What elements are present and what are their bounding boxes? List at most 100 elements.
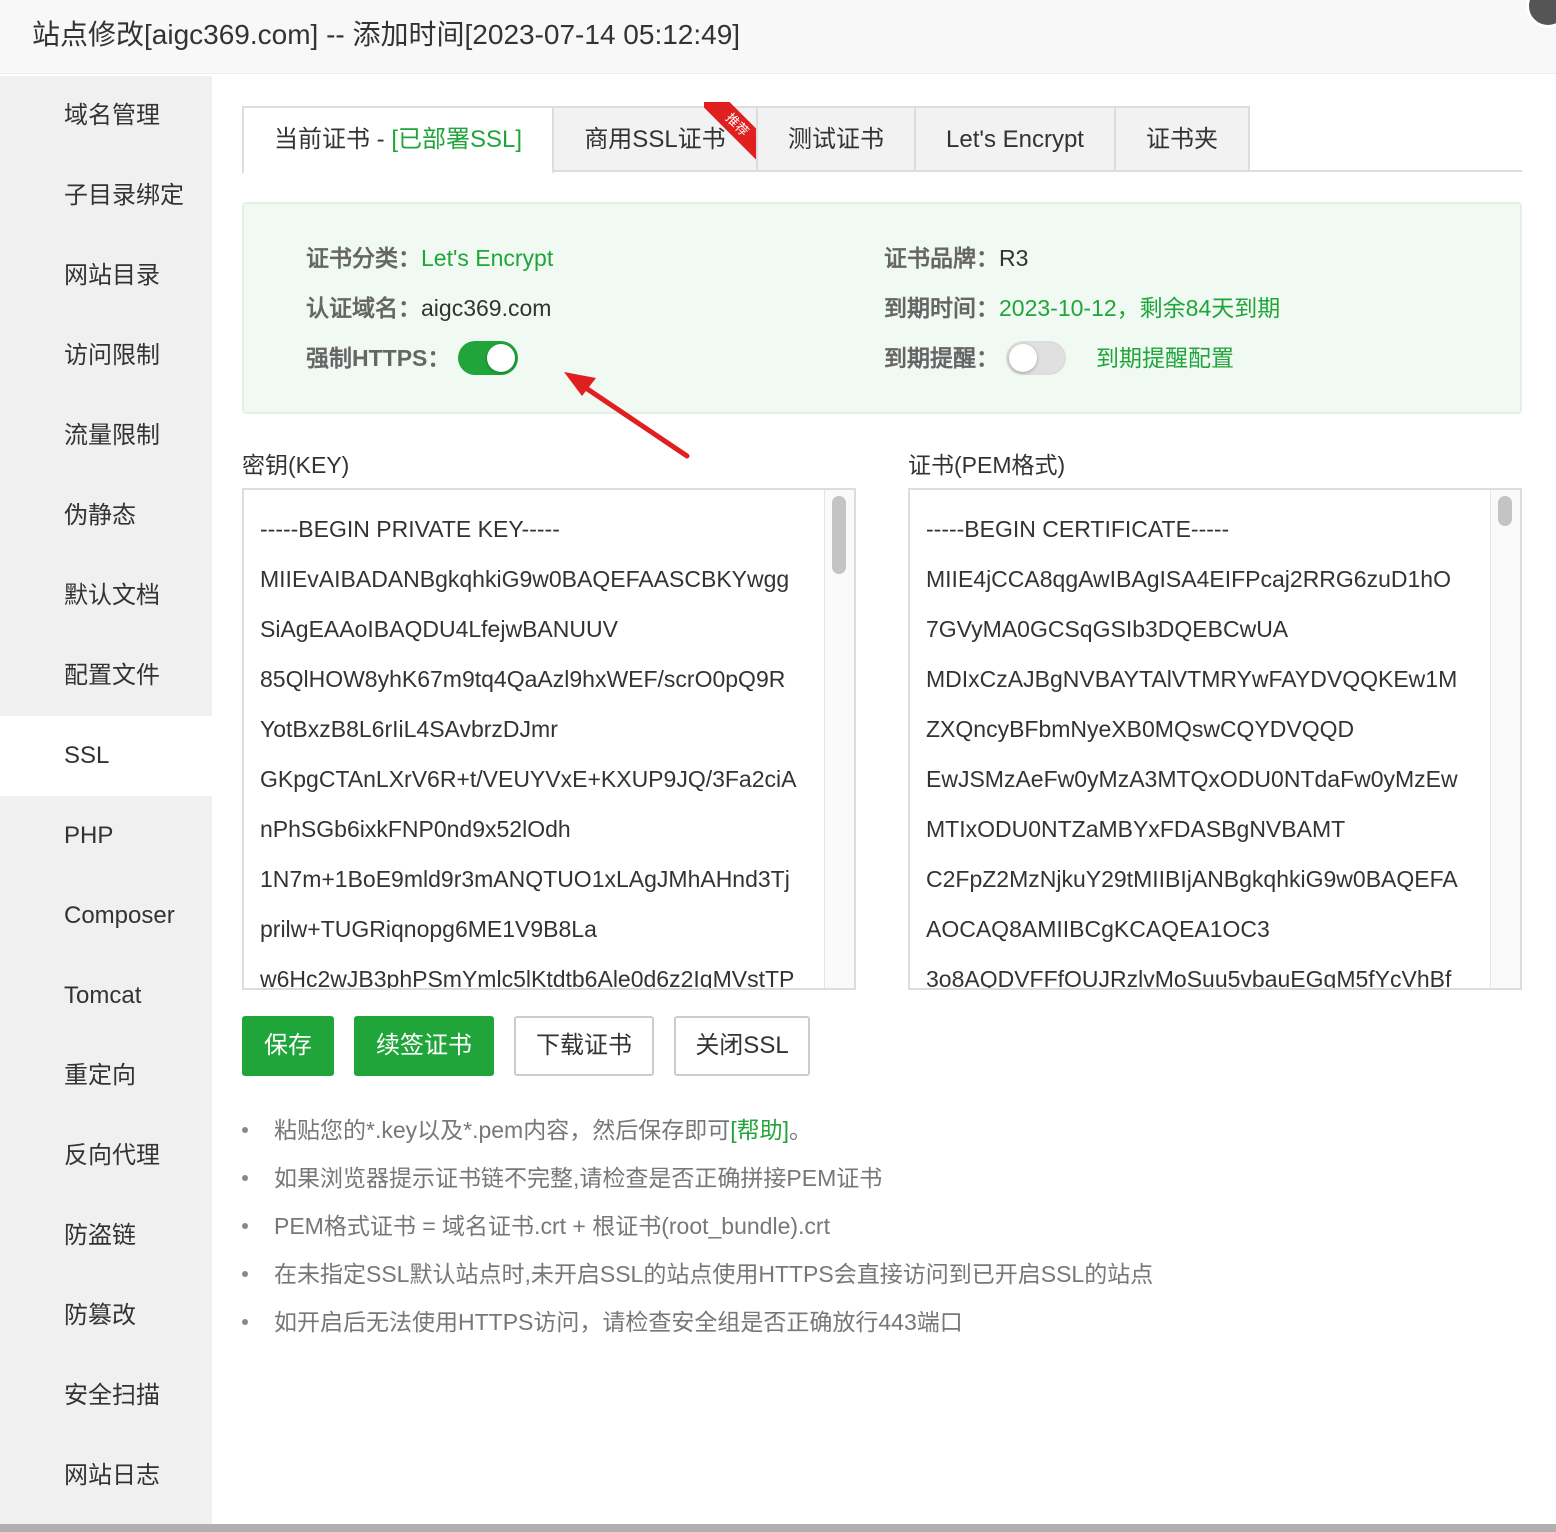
text-line: w6Hc2wJB3phPSmYmlc5lKtdtb6Ale0d6z2IqMVst… bbox=[260, 966, 795, 990]
bullet-icon bbox=[242, 1127, 248, 1133]
text-line: -----BEGIN CERTIFICATE----- bbox=[926, 516, 1230, 542]
sidebar-item[interactable]: SSL bbox=[0, 716, 212, 796]
sidebar-item[interactable]: 默认文档 bbox=[0, 556, 212, 636]
main-panel: 当前证书 - [已部署SSL] 商用SSL证书 推荐 测试证书 Let's En… bbox=[212, 76, 1556, 1532]
sidebar-item[interactable]: PHP bbox=[0, 796, 212, 876]
sidebar-item[interactable]: 访问限制 bbox=[0, 316, 212, 396]
sidebar-item[interactable]: 网站日志 bbox=[0, 1436, 212, 1516]
sidebar-item[interactable]: 反向代理 bbox=[0, 1116, 212, 1196]
cert-brand-label: 证书品牌： bbox=[884, 245, 999, 271]
cert-brand-value: R3 bbox=[999, 245, 1029, 271]
tip-item: 在未指定SSL默认站点时,未开启SSL的站点使用HTTPS会直接访问到已开启SS… bbox=[242, 1250, 1532, 1298]
sidebar-item[interactable]: 防盗链 bbox=[0, 1196, 212, 1276]
cert-category-value: Let's Encrypt bbox=[421, 245, 554, 271]
text-line: 1N7m+1BoE9mld9r3mANQTUO1xLAgJMhAHnd3Tj bbox=[260, 866, 790, 892]
tip-item: 粘贴您的*.key以及*.pem内容，然后保存即可[帮助]。 bbox=[242, 1106, 1532, 1154]
text-line: YotBxzB8L6rIiL4SAvbrzDJmr bbox=[260, 716, 558, 742]
force-https-toggle[interactable] bbox=[458, 341, 518, 375]
tab-lets-encrypt-label: Let's Encrypt bbox=[946, 126, 1084, 153]
help-tips-list: 粘贴您的*.key以及*.pem内容，然后保存即可[帮助]。 如果浏览器提示证书… bbox=[242, 1106, 1532, 1346]
scrollbar-thumb[interactable] bbox=[1498, 496, 1512, 526]
reminder-config-link[interactable]: 到期提醒配置 bbox=[1096, 342, 1234, 374]
text-line: prilw+TUGRiqnopg6ME1V9B8La bbox=[260, 916, 597, 942]
cert-expire-row: 到期时间：2023-10-12，剩余84天到期 bbox=[884, 292, 1280, 324]
cert-info-panel: 证书分类：Let's Encrypt 证书品牌：R3 认证域名：aigc369.… bbox=[242, 202, 1522, 414]
download-cert-button[interactable]: 下载证书 bbox=[514, 1016, 654, 1076]
force-https-label: 强制HTTPS： bbox=[306, 345, 451, 371]
tab-cert-folder[interactable]: 证书夹 bbox=[1114, 106, 1250, 172]
text-line: 3o8AQDVFFfOUJRzlvMoSuu5vbauEGgM5fYcVhBf bbox=[926, 966, 1452, 990]
private-key-content: -----BEGIN PRIVATE KEY----- MIIEvAIBADANB… bbox=[260, 504, 824, 990]
close-ssl-button[interactable]: 关闭SSL bbox=[674, 1016, 810, 1076]
key-field-label: 密钥(KEY) bbox=[242, 452, 350, 478]
text-line: nPhSGb6ixkFNP0nd9x52lOdh bbox=[260, 816, 571, 842]
tab-commercial-ssl[interactable]: 商用SSL证书 推荐 bbox=[552, 102, 762, 172]
tip-item: PEM格式证书 = 域名证书.crt + 根证书(root_bundle).cr… bbox=[242, 1202, 1532, 1250]
tip-text: 在未指定SSL默认站点时,未开启SSL的站点使用HTTPS会直接访问到已开启SS… bbox=[274, 1261, 1154, 1287]
tip-item: 如开启后无法使用HTTPS访问，请检查安全组是否正确放行443端口 bbox=[242, 1298, 1532, 1346]
sidebar-item[interactable]: 域名管理 bbox=[0, 76, 212, 156]
bullet-icon bbox=[242, 1223, 248, 1229]
sidebar-item[interactable]: 重定向 bbox=[0, 1036, 212, 1116]
certificate-content: -----BEGIN CERTIFICATE----- MIIE4jCCA8qgA… bbox=[926, 504, 1490, 990]
text-line: EwJSMzAeFw0yMzA3MTQxODU0NTdaFw0yMzEw bbox=[926, 766, 1458, 792]
scrollbar-thumb[interactable] bbox=[832, 496, 846, 574]
cert-domain-value: aigc369.com bbox=[421, 295, 552, 321]
expire-reminder-row: 到期提醒： bbox=[884, 342, 999, 374]
cert-domain-label: 认证域名： bbox=[306, 295, 421, 321]
text-line: AOCAQ8AMIIBCgKCAQEA1OC3 bbox=[926, 916, 1270, 942]
sidebar-item[interactable]: 配置文件 bbox=[0, 636, 212, 716]
text-line: ZXQncyBFbmNyeXB0MQswCQYDVQQD bbox=[926, 716, 1355, 742]
tip-text: 粘贴您的*.key以及*.pem内容，然后保存即可 bbox=[274, 1117, 731, 1143]
save-button[interactable]: 保存 bbox=[242, 1016, 334, 1076]
ssl-tabs: 当前证书 - [已部署SSL] 商用SSL证书 推荐 测试证书 Let's En… bbox=[242, 102, 1522, 174]
tab-lets-encrypt[interactable]: Let's Encrypt bbox=[914, 106, 1116, 172]
close-icon[interactable] bbox=[1526, 0, 1556, 28]
cert-category-label: 证书分类： bbox=[306, 245, 421, 271]
private-key-textarea[interactable]: -----BEGIN PRIVATE KEY----- MIIEvAIBADANB… bbox=[242, 488, 856, 990]
dialog-title: 站点修改[aigc369.com] -- 添加时间[2023-07-14 05:… bbox=[32, 19, 741, 50]
recommended-badge: 推荐 bbox=[704, 102, 762, 160]
tab-cert-folder-label: 证书夹 bbox=[1146, 126, 1218, 153]
bullet-icon bbox=[242, 1175, 248, 1181]
tab-current-cert[interactable]: 当前证书 - [已部署SSL] bbox=[242, 106, 554, 174]
certificate-textarea[interactable]: -----BEGIN CERTIFICATE----- MIIE4jCCA8qgA… bbox=[908, 488, 1522, 990]
sidebar-item[interactable]: Tomcat bbox=[0, 956, 212, 1036]
help-link[interactable]: [帮助] bbox=[730, 1117, 789, 1143]
cert-expire-label: 到期时间： bbox=[884, 295, 999, 321]
renew-cert-button[interactable]: 续签证书 bbox=[354, 1016, 494, 1076]
cert-category-row: 证书分类：Let's Encrypt bbox=[306, 242, 553, 274]
text-line: GKpgCTAnLXrV6R+t/VEUYVxE+KXUP9JQ/3Fa2ciA bbox=[260, 766, 797, 792]
sidebar-item[interactable]: 子目录绑定 bbox=[0, 156, 212, 236]
text-line: MTIxODU0NTZaMBYxFDASBgNVBAMT bbox=[926, 816, 1346, 842]
bullet-icon bbox=[242, 1271, 248, 1277]
cert-field-label: 证书(PEM格式) bbox=[908, 452, 1066, 478]
text-line: SiAgEAAoIBAQDU4LfejwBANUUV bbox=[260, 616, 618, 642]
ssl-deployed-status: [已部署SSL] bbox=[391, 126, 523, 153]
tip-text: PEM格式证书 = 域名证书.crt + 根证书(root_bundle).cr… bbox=[274, 1213, 830, 1239]
tab-test-cert-label: 测试证书 bbox=[788, 126, 884, 153]
window-bottom-edge bbox=[0, 1524, 1556, 1532]
sidebar-item[interactable]: 网站目录 bbox=[0, 236, 212, 316]
sidebar-item[interactable]: 安全扫描 bbox=[0, 1356, 212, 1436]
text-line: -----BEGIN PRIVATE KEY----- bbox=[260, 516, 560, 542]
cert-expire-value: 2023-10-12，剩余84天到期 bbox=[999, 295, 1281, 321]
sidebar-item[interactable]: 防篡改 bbox=[0, 1276, 212, 1356]
cert-scrollbar[interactable] bbox=[1490, 490, 1520, 988]
text-line: 85QlHOW8yhK67m9tq4QaAzl9hxWEF/scrO0pQ9R bbox=[260, 666, 786, 692]
sidebar-nav: 域名管理 子目录绑定 网站目录 访问限制 流量限制 伪静态 默认文档 配置文件 SSL PHP Co… bbox=[0, 76, 212, 1532]
cert-brand-row: 证书品牌：R3 bbox=[884, 242, 1028, 274]
expire-reminder-label: 到期提醒： bbox=[884, 345, 999, 371]
sidebar-item[interactable]: 流量限制 bbox=[0, 396, 212, 476]
key-scrollbar[interactable] bbox=[824, 490, 854, 988]
sidebar-item[interactable]: Composer bbox=[0, 876, 212, 956]
text-line: 7GVyMA0GCSqGSIb3DQEBCwUA bbox=[926, 616, 1289, 642]
tab-test-cert[interactable]: 测试证书 bbox=[756, 106, 916, 172]
expire-reminder-toggle[interactable] bbox=[1006, 341, 1066, 375]
cert-domain-row: 认证域名：aigc369.com bbox=[306, 292, 551, 324]
sidebar-item[interactable]: 伪静态 bbox=[0, 476, 212, 556]
text-line: MIIE4jCCA8qgAwIBAgISA4EIFPcaj2RRG6zuD1hO bbox=[926, 566, 1451, 592]
text-line: MDIxCzAJBgNVBAYTAlVTMRYwFAYDVQQKEw1M bbox=[926, 666, 1458, 692]
recommended-ribbon: 推荐 bbox=[704, 102, 762, 160]
toggle-knob bbox=[487, 344, 515, 372]
